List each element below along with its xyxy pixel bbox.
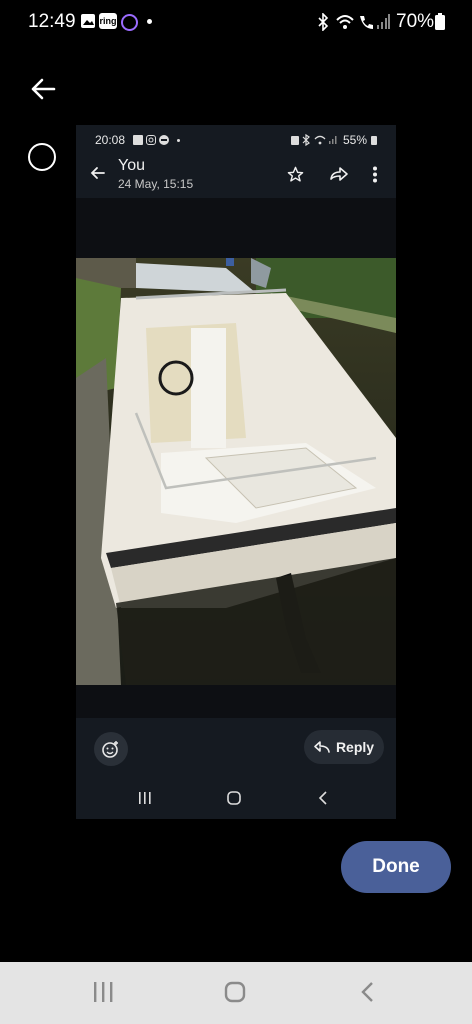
inner-home-icon bbox=[227, 791, 241, 805]
done-button[interactable]: Done bbox=[341, 841, 451, 893]
reply-button[interactable]: Reply bbox=[304, 730, 384, 764]
circle-app-icon bbox=[121, 14, 138, 31]
recents-nav-icon[interactable] bbox=[92, 982, 114, 1002]
back-arrow-icon[interactable] bbox=[28, 74, 58, 104]
inner-status-time: 20:08 bbox=[95, 133, 126, 147]
select-circle-icon[interactable] bbox=[28, 143, 56, 171]
call-icon bbox=[360, 16, 373, 29]
forward-icon[interactable] bbox=[329, 166, 349, 182]
reply-arrow-icon bbox=[314, 741, 330, 753]
inner-wifi-icon bbox=[314, 135, 326, 145]
wifi-icon bbox=[336, 15, 354, 29]
status-bar: 12:49 ring 70% bbox=[0, 0, 472, 46]
boat-photo bbox=[76, 258, 396, 685]
inner-battery-percent: 55% bbox=[343, 133, 368, 147]
inner-bottom-bar: Reply bbox=[76, 718, 396, 819]
inner-signal-icon bbox=[329, 136, 337, 144]
inner-back-icon[interactable] bbox=[90, 165, 106, 181]
dot-icon bbox=[147, 19, 152, 24]
reply-label: Reply bbox=[335, 739, 375, 755]
message-date: 24 May, 15:15 bbox=[118, 177, 194, 191]
inner-back-nav-icon bbox=[318, 791, 327, 805]
star-icon[interactable] bbox=[287, 166, 304, 183]
inner-alarm-icon bbox=[291, 136, 299, 145]
inner-instagram-icon bbox=[146, 135, 156, 145]
inner-app-icon bbox=[159, 135, 169, 145]
status-time: 12:49 bbox=[28, 11, 76, 32]
inner-recents-icon bbox=[139, 792, 151, 804]
inner-header: 20:08 55% You 24 May, 15:15 bbox=[76, 125, 396, 198]
emoji-icon bbox=[102, 741, 118, 758]
inner-gallery-icon bbox=[133, 135, 143, 145]
inner-battery-icon bbox=[371, 136, 377, 145]
back-nav-icon[interactable] bbox=[360, 981, 374, 1003]
inner-dot-icon bbox=[177, 139, 180, 142]
battery-percent: 70% bbox=[396, 11, 435, 32]
gallery-icon bbox=[81, 14, 95, 28]
home-nav-icon[interactable] bbox=[224, 981, 246, 1003]
battery-icon bbox=[435, 13, 445, 30]
system-nav-bar bbox=[0, 962, 472, 1024]
ring-app-icon: ring bbox=[99, 13, 117, 29]
sender-name: You bbox=[118, 157, 145, 174]
shared-screenshot: 20:08 55% You 24 May, 15:15 Reply bbox=[76, 125, 396, 819]
signal-icon bbox=[377, 14, 390, 29]
more-options-icon[interactable] bbox=[372, 166, 378, 183]
bluetooth-icon bbox=[318, 13, 329, 31]
add-reaction-button[interactable] bbox=[94, 732, 128, 766]
inner-bluetooth-icon bbox=[302, 134, 310, 146]
